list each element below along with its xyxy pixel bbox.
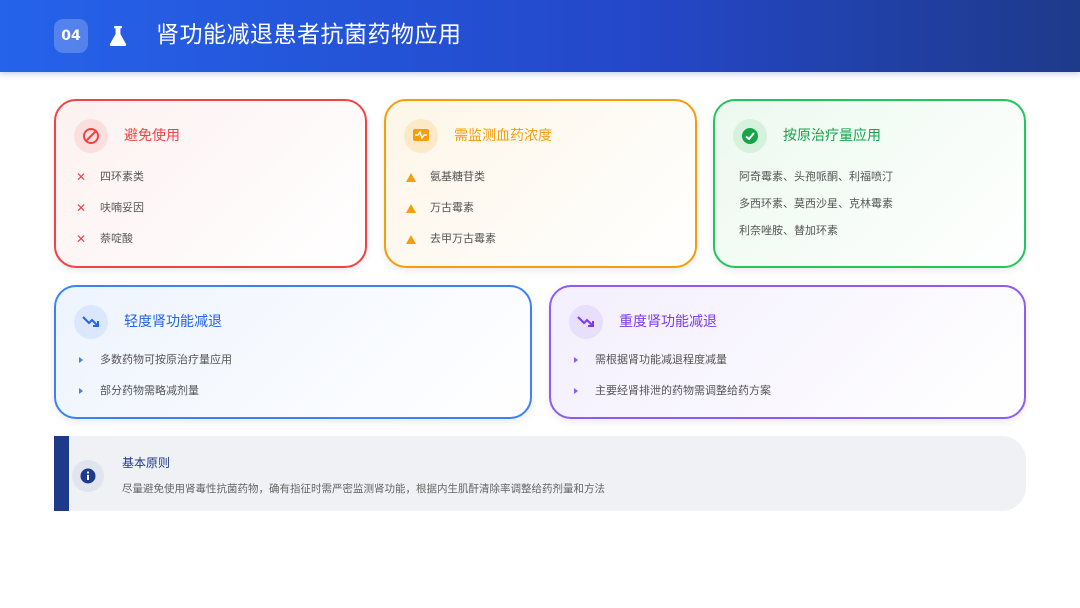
original-dose-card: 按原治疗量应用 阿奇霉素、头孢哌酮、利福喷汀 多西环素、莫西沙星、克林霉素 利奈… bbox=[713, 99, 1026, 268]
item-label: 主要经肾排泄的药物需调整给药方案 bbox=[595, 384, 771, 397]
list-item: 万古霉素 bbox=[404, 200, 474, 216]
section-number: 04 bbox=[54, 19, 88, 53]
item-label: 需根据肾功能减退程度减量 bbox=[595, 353, 727, 366]
ban-icon bbox=[74, 119, 108, 153]
x-icon: ✕ bbox=[75, 232, 87, 246]
mild-title: 轻度肾功能减退 bbox=[124, 314, 222, 330]
drug-line: 利奈唑胺、替加环素 bbox=[739, 224, 838, 237]
item-label: 去甲万古霉素 bbox=[430, 232, 496, 245]
info-icon bbox=[72, 460, 104, 492]
list-item: ✕ 萘啶酸 bbox=[74, 231, 133, 247]
avoid-card: 避免使用 ✕ 四环素类 ✕ 呋喃妥因 ✕ 萘啶酸 bbox=[54, 99, 367, 268]
bullet-arrow-icon bbox=[569, 357, 583, 363]
bullet-arrow-icon bbox=[569, 388, 583, 394]
list-item: 去甲万古霉素 bbox=[404, 231, 496, 247]
principle-title: 基本原则 bbox=[122, 456, 171, 470]
item-label: 万古霉素 bbox=[430, 201, 474, 214]
warning-icon bbox=[404, 172, 418, 182]
drug-line: 阿奇霉素、头孢哌酮、利福喷汀 bbox=[739, 170, 893, 183]
principle-text: 尽量避免使用肾毒性抗菌药物，确有指征时需严密监测肾功能，根据内生肌酐清除率调整给… bbox=[122, 483, 605, 495]
header-bar: 04 肾功能减退患者抗菌药物应用 bbox=[0, 0, 1080, 72]
original-dose-title: 按原治疗量应用 bbox=[783, 128, 881, 144]
principle-box: 基本原则 尽量避免使用肾毒性抗菌药物，确有指征时需严密监测肾功能，根据内生肌酐清… bbox=[54, 436, 1026, 511]
severe-title: 重度肾功能减退 bbox=[619, 314, 717, 330]
list-item: 氨基糖苷类 bbox=[404, 169, 485, 185]
x-icon: ✕ bbox=[75, 170, 87, 184]
bullet-arrow-icon bbox=[74, 388, 88, 394]
avoid-title: 避免使用 bbox=[124, 128, 180, 144]
drug-line: 多西环素、莫西沙星、克林霉素 bbox=[739, 197, 893, 210]
mild-impairment-card: 轻度肾功能减退 多数药物可按原治疗量应用 部分药物需略减剂量 bbox=[54, 285, 532, 419]
flask-icon bbox=[108, 25, 128, 47]
list-item: 多数药物可按原治疗量应用 bbox=[74, 352, 232, 368]
monitor-title: 需监测血药浓度 bbox=[454, 128, 552, 144]
bullet-arrow-icon bbox=[74, 357, 88, 363]
item-label: 萘啶酸 bbox=[100, 232, 133, 245]
item-label: 呋喃妥因 bbox=[100, 201, 144, 214]
x-icon: ✕ bbox=[75, 201, 87, 215]
trend-down-icon bbox=[569, 305, 603, 339]
accent-bar bbox=[54, 436, 69, 511]
page-title: 肾功能减退患者抗菌药物应用 bbox=[156, 22, 462, 48]
trend-down-icon bbox=[74, 305, 108, 339]
item-label: 多数药物可按原治疗量应用 bbox=[100, 353, 232, 366]
item-label: 四环素类 bbox=[100, 170, 144, 183]
item-label: 氨基糖苷类 bbox=[430, 170, 485, 183]
warning-icon bbox=[404, 234, 418, 244]
list-item: 主要经肾排泄的药物需调整给药方案 bbox=[569, 383, 771, 399]
list-item: 部分药物需略减剂量 bbox=[74, 383, 199, 399]
severe-impairment-card: 重度肾功能减退 需根据肾功能减退程度减量 主要经肾排泄的药物需调整给药方案 bbox=[549, 285, 1026, 419]
list-item: ✕ 呋喃妥因 bbox=[74, 200, 144, 216]
list-item: 需根据肾功能减退程度减量 bbox=[569, 352, 727, 368]
monitor-pulse-icon bbox=[404, 119, 438, 153]
monitor-card: 需监测血药浓度 氨基糖苷类 万古霉素 去甲万古霉素 bbox=[384, 99, 697, 268]
list-item: ✕ 四环素类 bbox=[74, 169, 144, 185]
warning-icon bbox=[404, 203, 418, 213]
item-label: 部分药物需略减剂量 bbox=[100, 384, 199, 397]
check-circle-icon bbox=[733, 119, 767, 153]
